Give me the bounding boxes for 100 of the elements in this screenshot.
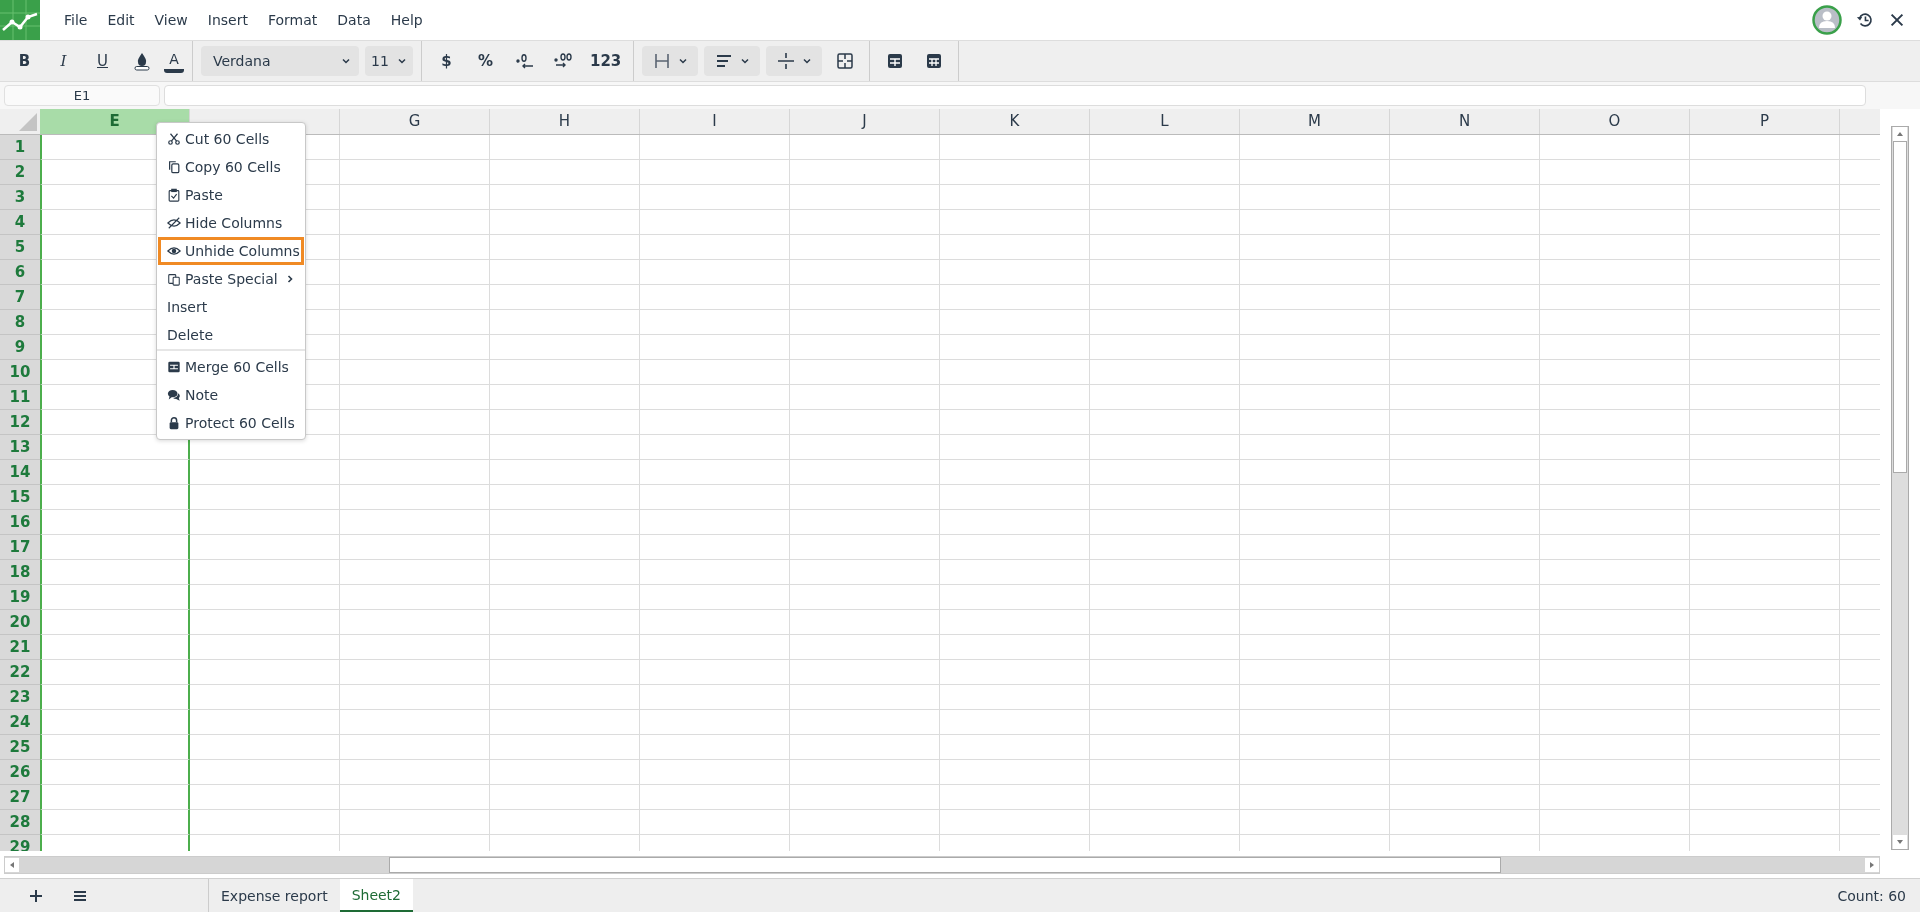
vertical-align-icon [776, 51, 797, 71]
clipboard-icon [167, 272, 181, 286]
close-icon[interactable] [1888, 11, 1906, 29]
menu-option[interactable]: Paste Special [158, 265, 304, 293]
row-header[interactable]: 20 [0, 610, 40, 635]
status-count: Count: 60 [1837, 887, 1906, 904]
scroll-thumb[interactable] [1893, 141, 1907, 473]
scroll-thumb[interactable] [389, 856, 1501, 873]
row-header[interactable]: 28 [0, 810, 40, 835]
row-header[interactable]: 13 [0, 435, 40, 460]
symbol-button[interactable]: % [469, 46, 502, 76]
row-header[interactable]: 18 [0, 560, 40, 585]
sheet-tab[interactable]: Expense report [209, 879, 340, 912]
name-box[interactable]: E1 [4, 85, 160, 106]
avatar-icon[interactable] [1812, 5, 1842, 35]
column-header[interactable]: H [490, 109, 640, 134]
menu-item[interactable]: View [144, 12, 198, 28]
menu-option[interactable]: Hide Columns [158, 209, 304, 237]
underline-button[interactable]: U [86, 46, 119, 76]
menu-item[interactable]: Format [257, 12, 328, 28]
column-header[interactable]: N [1390, 109, 1540, 134]
row-header[interactable]: 26 [0, 760, 40, 785]
menu-item[interactable]: Data [327, 12, 381, 28]
row-header[interactable]: 10 [0, 360, 40, 385]
history-icon[interactable] [1856, 11, 1874, 29]
row-header[interactable]: 25 [0, 735, 40, 760]
font-size-dropdown[interactable]: 11 [365, 46, 413, 76]
row-header[interactable]: 12 [0, 410, 40, 435]
decrease-decimals-icon [514, 51, 535, 71]
row-header[interactable]: 24 [0, 710, 40, 735]
column-header[interactable]: M [1240, 109, 1390, 134]
caret-icon [740, 56, 751, 66]
menu-option[interactable]: Copy 60 Cells [158, 153, 304, 181]
menu-option[interactable]: Unhide Columns [158, 237, 304, 265]
sheet-tab[interactable]: Sheet2 [339, 879, 413, 912]
row-header[interactable]: 27 [0, 785, 40, 810]
row-header[interactable]: 23 [0, 685, 40, 710]
column-header[interactable]: K [940, 109, 1090, 134]
row-header[interactable]: 9 [0, 335, 40, 360]
copy-icon [167, 160, 181, 174]
menu-option[interactable]: Protect 60 Cells [158, 409, 304, 437]
formula-input[interactable] [164, 85, 1866, 106]
caret-icon [341, 56, 351, 66]
bold-button[interactable]: B [8, 46, 41, 76]
menu-option[interactable]: Insert [158, 293, 304, 321]
scissors-icon [167, 132, 181, 146]
eye-icon [167, 244, 181, 258]
row-header[interactable]: 2 [0, 160, 40, 185]
vertical-scrollbar[interactable] [1891, 126, 1909, 850]
symbol-button[interactable]: 123 [586, 46, 626, 76]
align-dropdown[interactable] [704, 46, 761, 76]
menu-option[interactable]: Paste [158, 181, 304, 209]
row-header[interactable]: 14 [0, 460, 40, 485]
column-header[interactable]: J [790, 109, 940, 134]
scroll-up-icon[interactable] [1893, 127, 1907, 141]
row-header[interactable]: 11 [0, 385, 40, 410]
menu-item[interactable]: Edit [97, 12, 145, 28]
horizontal-scrollbar[interactable] [4, 855, 1880, 874]
row-header[interactable]: 15 [0, 485, 40, 510]
row-header[interactable]: 19 [0, 585, 40, 610]
menu-item[interactable]: Insert [197, 12, 258, 28]
text-color-button[interactable]: A [164, 49, 184, 73]
menu-option[interactable]: Merge 60 Cells [158, 353, 304, 381]
column-header[interactable]: L [1090, 109, 1240, 134]
column-header[interactable]: I [640, 109, 790, 134]
row-header[interactable]: 4 [0, 210, 40, 235]
add-sheet-icon[interactable] [28, 887, 44, 904]
menu-item[interactable]: File [54, 12, 98, 28]
menu-option[interactable]: Note [158, 381, 304, 409]
borders-dropdown[interactable] [642, 46, 699, 76]
scroll-right-icon[interactable] [1865, 857, 1879, 872]
eye-slash-icon [167, 216, 181, 230]
row-header[interactable]: 1 [0, 135, 40, 160]
row-header[interactable]: 7 [0, 285, 40, 310]
caret-icon [802, 56, 813, 66]
clipboard-icon [167, 188, 181, 202]
row-header[interactable]: 16 [0, 510, 40, 535]
scroll-left-icon[interactable] [5, 857, 19, 872]
row-header[interactable]: 8 [0, 310, 40, 335]
scroll-down-icon[interactable] [1893, 835, 1907, 849]
row-header[interactable]: 17 [0, 535, 40, 560]
merge-cells-icon [834, 51, 855, 71]
row-header[interactable]: 21 [0, 635, 40, 660]
column-header[interactable]: O [1540, 109, 1690, 134]
menu-item[interactable]: Help [380, 12, 433, 28]
column-header[interactable]: P [1690, 109, 1840, 134]
row-header[interactable]: 3 [0, 185, 40, 210]
row-header[interactable]: 5 [0, 235, 40, 260]
app-logo[interactable] [0, 0, 40, 40]
font-dropdown[interactable]: Verdana [201, 46, 359, 76]
merge-cells-icon [167, 360, 181, 374]
menu-option[interactable]: Delete [158, 321, 304, 349]
column-header[interactable]: G [340, 109, 490, 134]
symbol-button[interactable]: $ [430, 46, 463, 76]
row-header[interactable]: 6 [0, 260, 40, 285]
valign-dropdown[interactable] [766, 46, 823, 76]
caret-icon [678, 56, 689, 66]
italic-button[interactable]: I [47, 46, 80, 76]
row-header[interactable]: 22 [0, 660, 40, 685]
speech-bubbles-icon [167, 388, 181, 402]
